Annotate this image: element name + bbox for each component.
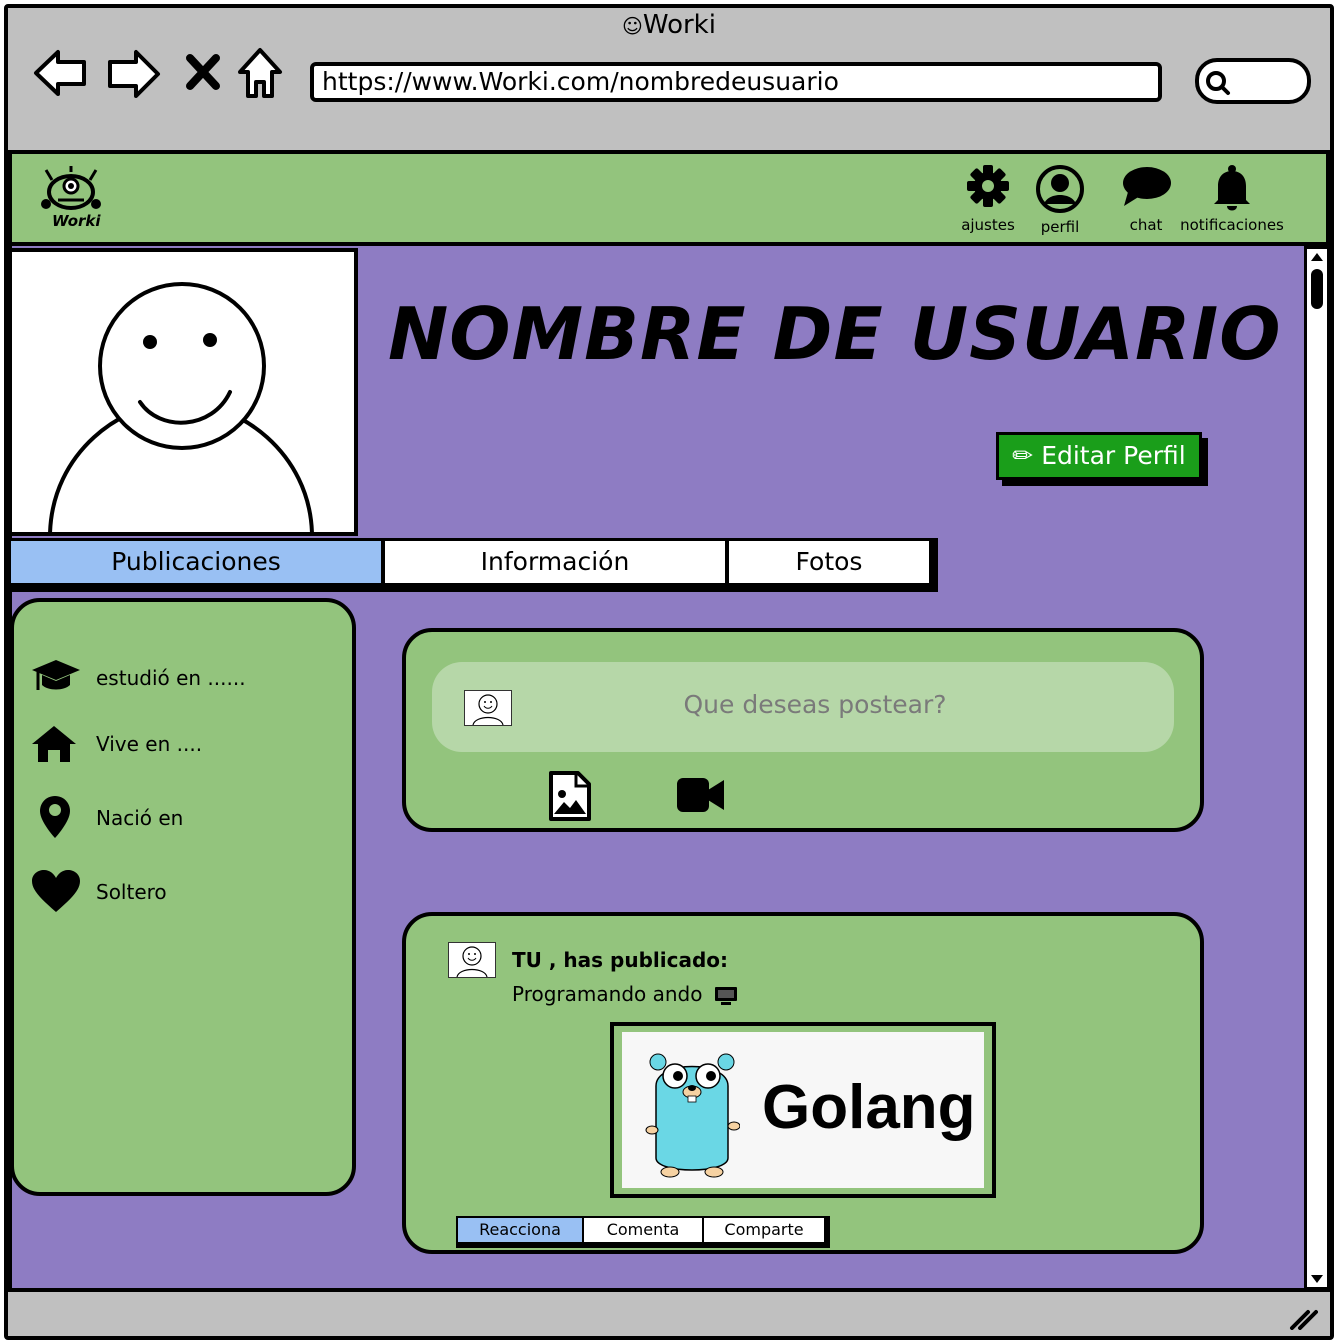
header-item-ajustes[interactable]: ajustes <box>952 164 1024 234</box>
tab-fotos[interactable]: Fotos <box>726 538 932 586</box>
post-image[interactable]: Golang <box>610 1022 996 1198</box>
graduation-cap-icon <box>32 660 80 690</box>
info-row-nacio: Nació en <box>30 794 330 840</box>
image-upload-icon[interactable] <box>548 770 592 822</box>
info-row-vive: Vive en .... <box>30 724 330 764</box>
tab-publicaciones[interactable]: Publicaciones <box>8 538 384 586</box>
scroll-up-arrow-icon[interactable] <box>1309 251 1325 263</box>
info-row-estudio: estudió en ...... <box>30 658 330 698</box>
vertical-scrollbar[interactable] <box>1304 246 1330 1290</box>
bell-icon <box>1214 165 1250 211</box>
profile-avatar[interactable] <box>8 248 358 536</box>
worki-small-logo-icon: ☺ <box>622 14 643 38</box>
info-text: Vive en .... <box>96 732 203 756</box>
user-icon <box>1036 165 1084 213</box>
react-button[interactable]: Reacciona <box>456 1216 584 1244</box>
tab-informacion[interactable]: Información <box>382 538 728 586</box>
computer-icon <box>714 986 737 1005</box>
smiley-person-icon <box>48 282 314 535</box>
heart-icon <box>32 870 80 912</box>
header-item-perfil[interactable]: perfil <box>1030 164 1090 236</box>
header-item-label: notificaciones <box>1180 216 1284 234</box>
header-item-label: perfil <box>1040 218 1080 236</box>
header-item-chat[interactable]: chat <box>1118 164 1174 234</box>
forward-arrow-icon[interactable] <box>106 48 162 100</box>
composer-placeholder: Que deseas postear? <box>683 690 947 719</box>
scroll-down-arrow-icon[interactable] <box>1309 1273 1325 1285</box>
scrollbar-thumb[interactable] <box>1311 269 1323 309</box>
info-row-estado: Soltero <box>30 868 330 914</box>
comment-button[interactable]: Comenta <box>582 1216 704 1244</box>
post-text: Programando ando <box>512 982 703 1006</box>
logo-text: Worki <box>52 212 101 230</box>
window-title: ☺Worki <box>622 10 716 40</box>
post-author-line: TU , has publicado: <box>512 948 728 972</box>
url-bar[interactable]: https://www.Worki.com/nombredeusuario <box>310 62 1162 102</box>
map-pin-icon <box>40 796 70 838</box>
post-author-avatar <box>448 942 496 978</box>
info-text: Nació en <box>96 806 184 830</box>
resize-grip-icon[interactable] <box>1286 1306 1318 1330</box>
gear-icon <box>967 165 1009 207</box>
header-item-notificaciones[interactable]: notificaciones <box>1178 164 1286 234</box>
edit-profile-button[interactable]: ✏ Editar Perfil <box>996 432 1202 480</box>
home-icon <box>32 726 76 762</box>
info-text: Soltero <box>96 880 167 904</box>
info-text: estudió en ...... <box>96 666 246 690</box>
status-bar <box>8 1288 1330 1336</box>
post-image-caption: Golang <box>762 1073 976 1142</box>
stop-x-icon[interactable] <box>184 52 222 92</box>
share-button[interactable]: Comparte <box>702 1216 826 1244</box>
worki-logo-icon <box>41 166 101 210</box>
post-image-inner: Golang <box>622 1032 984 1188</box>
mini-smiley-icon <box>456 946 488 978</box>
search-icon <box>1206 71 1230 95</box>
chat-bubble-icon <box>1123 167 1171 206</box>
gopher-mascot-icon <box>645 1053 740 1178</box>
back-arrow-icon[interactable] <box>32 48 88 98</box>
worki-logo[interactable]: Worki <box>38 164 108 234</box>
video-camera-icon[interactable] <box>676 776 726 814</box>
header-item-label: ajustes <box>961 216 1015 234</box>
profile-name: NOMBRE DE USUARIO <box>388 292 1282 376</box>
search-field[interactable] <box>1195 58 1311 104</box>
post-text-row: Programando ando <box>512 982 739 1007</box>
header-item-label: chat <box>1129 216 1163 234</box>
home-icon[interactable] <box>236 46 284 100</box>
